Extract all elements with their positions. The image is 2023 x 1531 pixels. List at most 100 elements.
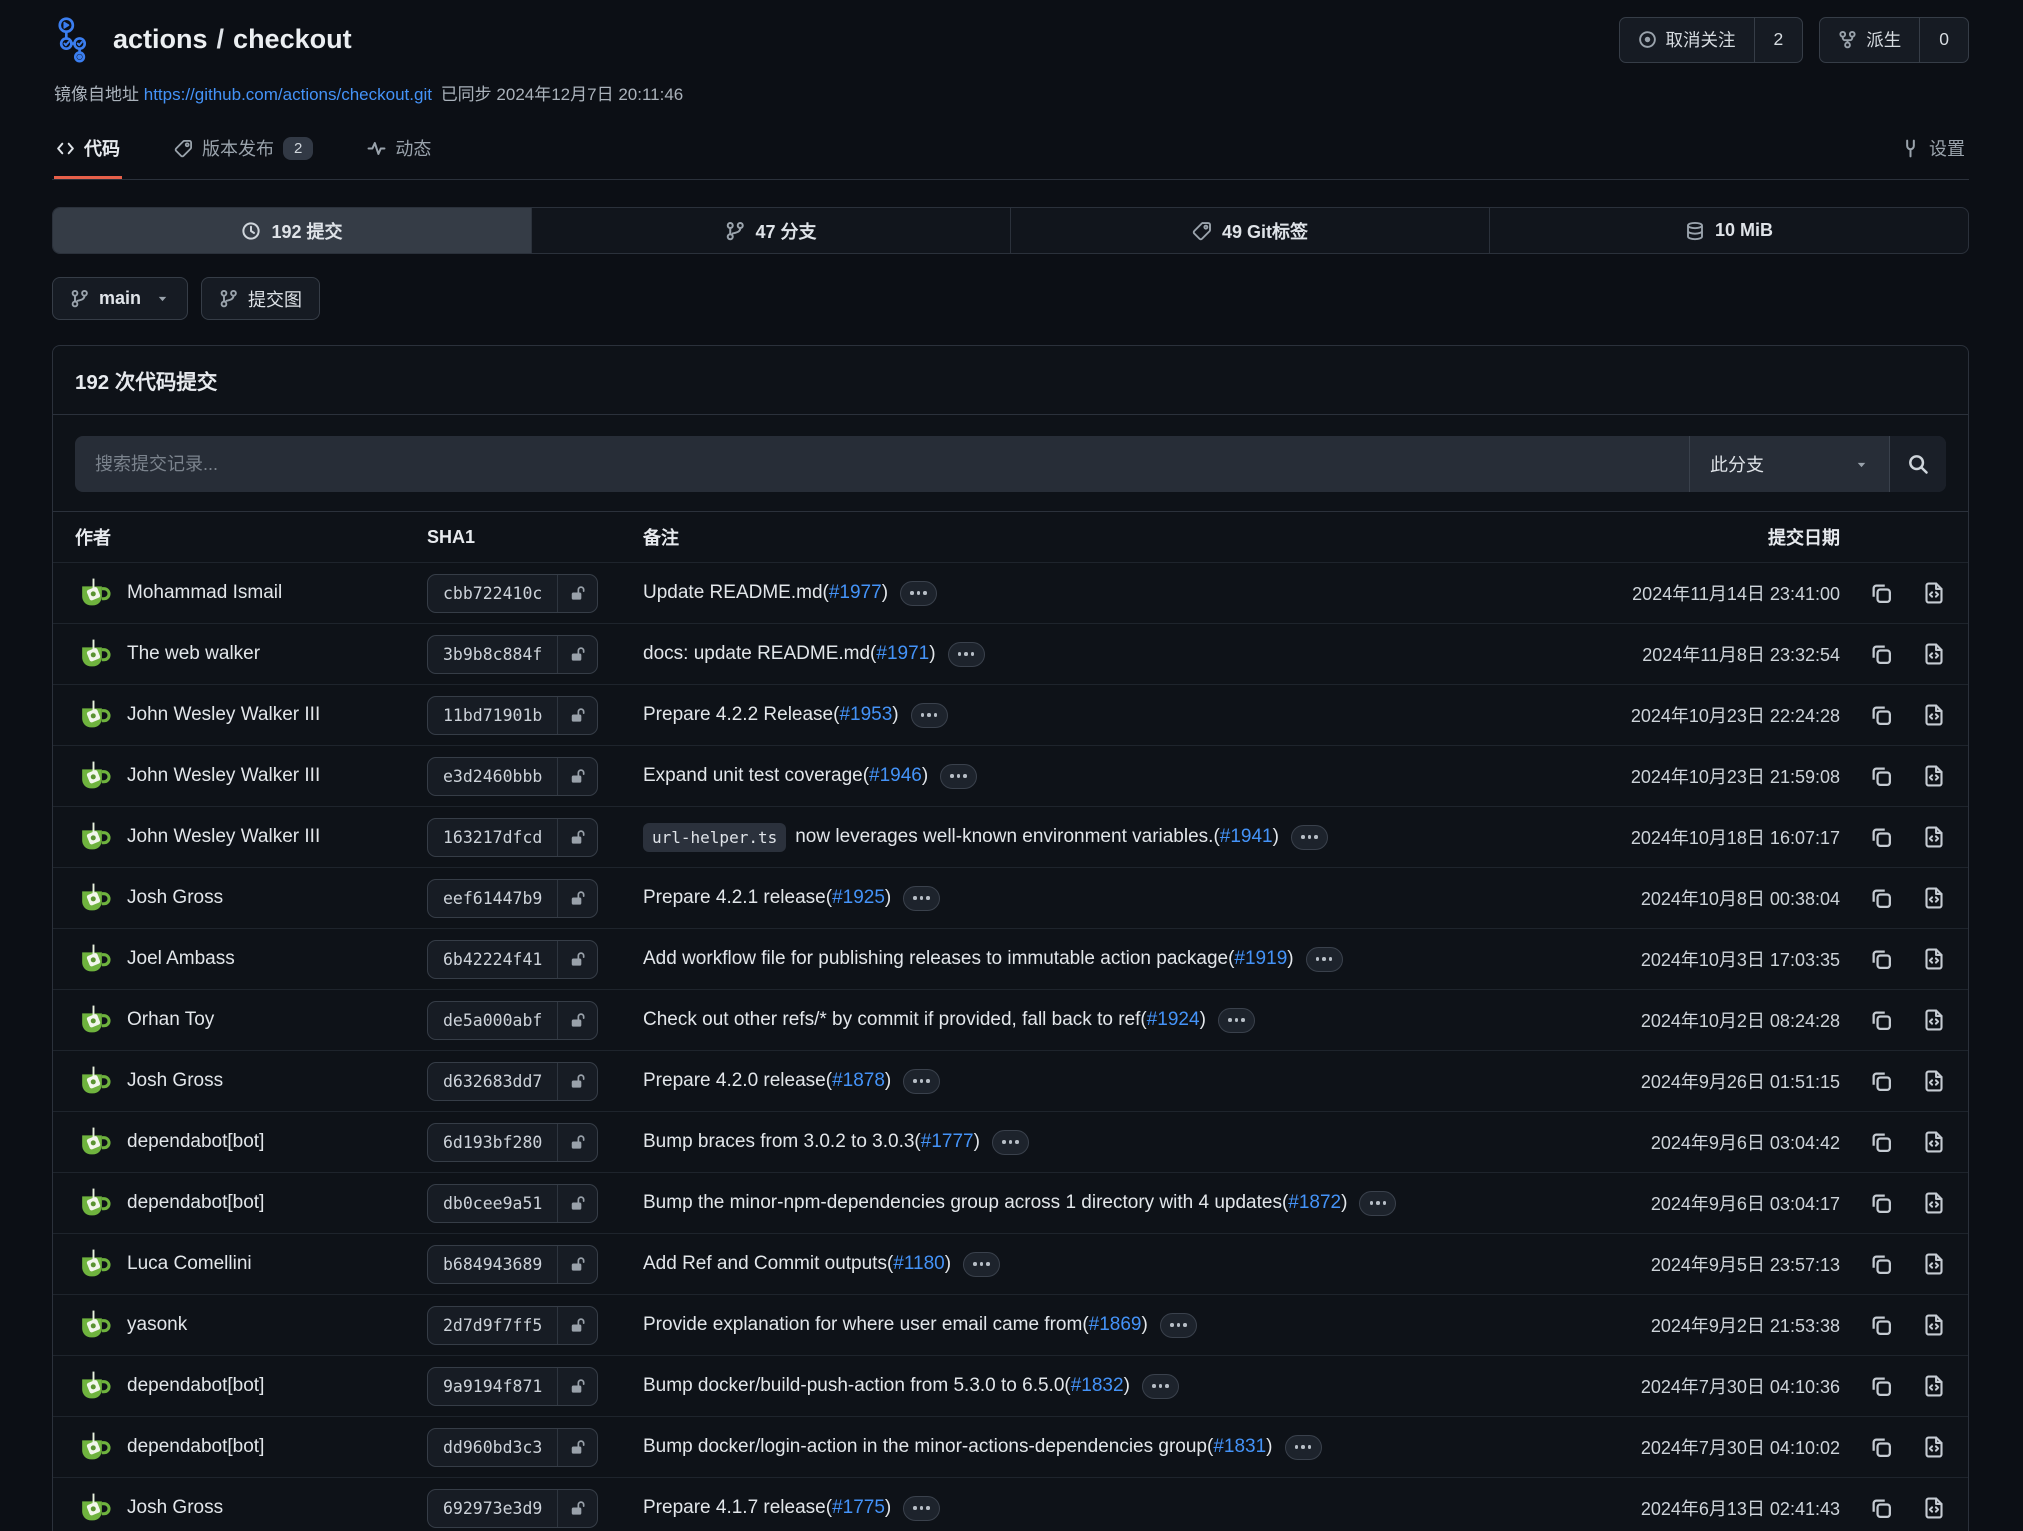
- commit-sha-badge[interactable]: 163217dfcd: [427, 818, 598, 857]
- copy-sha-icon[interactable]: [1869, 1008, 1893, 1032]
- expand-commit-button[interactable]: [948, 642, 985, 667]
- expand-commit-button[interactable]: [1142, 1374, 1179, 1399]
- browse-source-icon[interactable]: [1922, 642, 1946, 666]
- pr-link[interactable]: #1953: [839, 704, 892, 726]
- pr-link[interactable]: #1925: [832, 887, 885, 909]
- expand-commit-button[interactable]: [903, 1496, 940, 1521]
- browse-source-icon[interactable]: [1922, 947, 1946, 971]
- browse-source-icon[interactable]: [1922, 1191, 1946, 1215]
- copy-sha-icon[interactable]: [1869, 1069, 1893, 1093]
- pr-link[interactable]: #1831: [1213, 1436, 1266, 1458]
- copy-sha-icon[interactable]: [1869, 642, 1893, 666]
- commit-author-link[interactable]: John Wesley Walker III: [127, 765, 320, 787]
- expand-commit-button[interactable]: [992, 1130, 1029, 1155]
- commit-sha-badge[interactable]: e3d2460bbb: [427, 757, 598, 796]
- expand-commit-button[interactable]: [903, 886, 940, 911]
- commit-author-link[interactable]: The web walker: [127, 643, 260, 665]
- browse-source-icon[interactable]: [1922, 1496, 1946, 1520]
- commit-author-link[interactable]: Josh Gross: [127, 887, 223, 909]
- browse-source-icon[interactable]: [1922, 1130, 1946, 1154]
- stat-branches[interactable]: 47 分支: [531, 208, 1010, 253]
- branch-scope-dropdown[interactable]: 此分支: [1689, 436, 1889, 492]
- fork-button[interactable]: 派生 0: [1819, 17, 1969, 63]
- pr-link[interactable]: #1775: [832, 1497, 885, 1519]
- expand-commit-button[interactable]: [1359, 1191, 1396, 1216]
- browse-source-icon[interactable]: [1922, 886, 1946, 910]
- copy-sha-icon[interactable]: [1869, 1130, 1893, 1154]
- commit-sha-badge[interactable]: eef61447b9: [427, 879, 598, 918]
- browse-source-icon[interactable]: [1922, 1252, 1946, 1276]
- fork-count[interactable]: 0: [1919, 18, 1968, 62]
- copy-sha-icon[interactable]: [1869, 581, 1893, 605]
- commit-sha-badge[interactable]: dd960bd3c3: [427, 1428, 598, 1467]
- commit-author-link[interactable]: dependabot[bot]: [127, 1436, 264, 1458]
- copy-sha-icon[interactable]: [1869, 1435, 1893, 1459]
- browse-source-icon[interactable]: [1922, 825, 1946, 849]
- commit-author-link[interactable]: John Wesley Walker III: [127, 826, 320, 848]
- tab-activity[interactable]: 动态: [365, 125, 433, 179]
- commit-sha-badge[interactable]: 2d7d9f7ff5: [427, 1306, 598, 1345]
- browse-source-icon[interactable]: [1922, 1374, 1946, 1398]
- copy-sha-icon[interactable]: [1869, 1374, 1893, 1398]
- commit-sha-badge[interactable]: 692973e3d9: [427, 1489, 598, 1528]
- browse-source-icon[interactable]: [1922, 1435, 1946, 1459]
- pr-link[interactable]: #1878: [832, 1070, 885, 1092]
- pr-link[interactable]: #1832: [1071, 1375, 1124, 1397]
- commit-author-link[interactable]: dependabot[bot]: [127, 1131, 264, 1153]
- commit-author-link[interactable]: yasonk: [127, 1314, 187, 1336]
- expand-commit-button[interactable]: [963, 1252, 1000, 1277]
- commit-author-link[interactable]: John Wesley Walker III: [127, 704, 320, 726]
- stat-tags[interactable]: 49 Git标签: [1010, 208, 1489, 253]
- pr-link[interactable]: #1777: [921, 1131, 974, 1153]
- commit-author-link[interactable]: Josh Gross: [127, 1497, 223, 1519]
- tab-settings[interactable]: 设置: [1899, 125, 1967, 179]
- search-button[interactable]: [1889, 436, 1946, 492]
- commit-sha-badge[interactable]: 6b42224f41: [427, 940, 598, 979]
- repo-owner-link[interactable]: actions: [113, 24, 208, 55]
- tab-releases[interactable]: 版本发布 2: [172, 125, 315, 179]
- tab-code[interactable]: 代码: [54, 125, 122, 179]
- pr-link[interactable]: #1946: [869, 765, 922, 787]
- expand-commit-button[interactable]: [1218, 1008, 1255, 1033]
- browse-source-icon[interactable]: [1922, 1069, 1946, 1093]
- repo-name-link[interactable]: checkout: [233, 24, 352, 55]
- expand-commit-button[interactable]: [940, 764, 977, 789]
- pr-link[interactable]: #1941: [1220, 826, 1273, 848]
- expand-commit-button[interactable]: [1285, 1435, 1322, 1460]
- unwatch-button[interactable]: 取消关注 2: [1619, 17, 1804, 63]
- expand-commit-button[interactable]: [911, 703, 948, 728]
- watch-count[interactable]: 2: [1754, 18, 1803, 62]
- commit-sha-badge[interactable]: de5a000abf: [427, 1001, 598, 1040]
- expand-commit-button[interactable]: [900, 581, 937, 606]
- browse-source-icon[interactable]: [1922, 1313, 1946, 1337]
- commit-sha-badge[interactable]: db0cee9a51: [427, 1184, 598, 1223]
- commit-sha-badge[interactable]: 9a9194f871: [427, 1367, 598, 1406]
- commit-author-link[interactable]: Luca Comellini: [127, 1253, 252, 1275]
- commit-author-link[interactable]: Orhan Toy: [127, 1009, 214, 1031]
- copy-sha-icon[interactable]: [1869, 947, 1893, 971]
- search-input[interactable]: [75, 436, 1689, 492]
- commit-sha-badge[interactable]: cbb722410c: [427, 574, 598, 613]
- mirror-url-link[interactable]: https://github.com/actions/checkout.git: [144, 85, 432, 104]
- commit-author-link[interactable]: Josh Gross: [127, 1070, 223, 1092]
- copy-sha-icon[interactable]: [1869, 1313, 1893, 1337]
- copy-sha-icon[interactable]: [1869, 886, 1893, 910]
- copy-sha-icon[interactable]: [1869, 825, 1893, 849]
- commit-sha-badge[interactable]: 11bd71901b: [427, 696, 598, 735]
- pr-link[interactable]: #1872: [1288, 1192, 1341, 1214]
- expand-commit-button[interactable]: [1160, 1313, 1197, 1338]
- pr-link[interactable]: #1180: [893, 1253, 944, 1275]
- pr-link[interactable]: #1919: [1234, 948, 1287, 970]
- commit-graph-button[interactable]: 提交图: [201, 277, 320, 320]
- branch-selector[interactable]: main: [52, 277, 188, 320]
- copy-sha-icon[interactable]: [1869, 1252, 1893, 1276]
- pr-link[interactable]: #1924: [1147, 1009, 1200, 1031]
- stat-commits[interactable]: 192 提交: [53, 208, 531, 253]
- stat-size[interactable]: 10 MiB: [1489, 208, 1968, 253]
- copy-sha-icon[interactable]: [1869, 1496, 1893, 1520]
- commit-sha-badge[interactable]: 6d193bf280: [427, 1123, 598, 1162]
- browse-source-icon[interactable]: [1922, 764, 1946, 788]
- expand-commit-button[interactable]: [1291, 825, 1328, 850]
- browse-source-icon[interactable]: [1922, 1008, 1946, 1032]
- commit-author-link[interactable]: dependabot[bot]: [127, 1192, 264, 1214]
